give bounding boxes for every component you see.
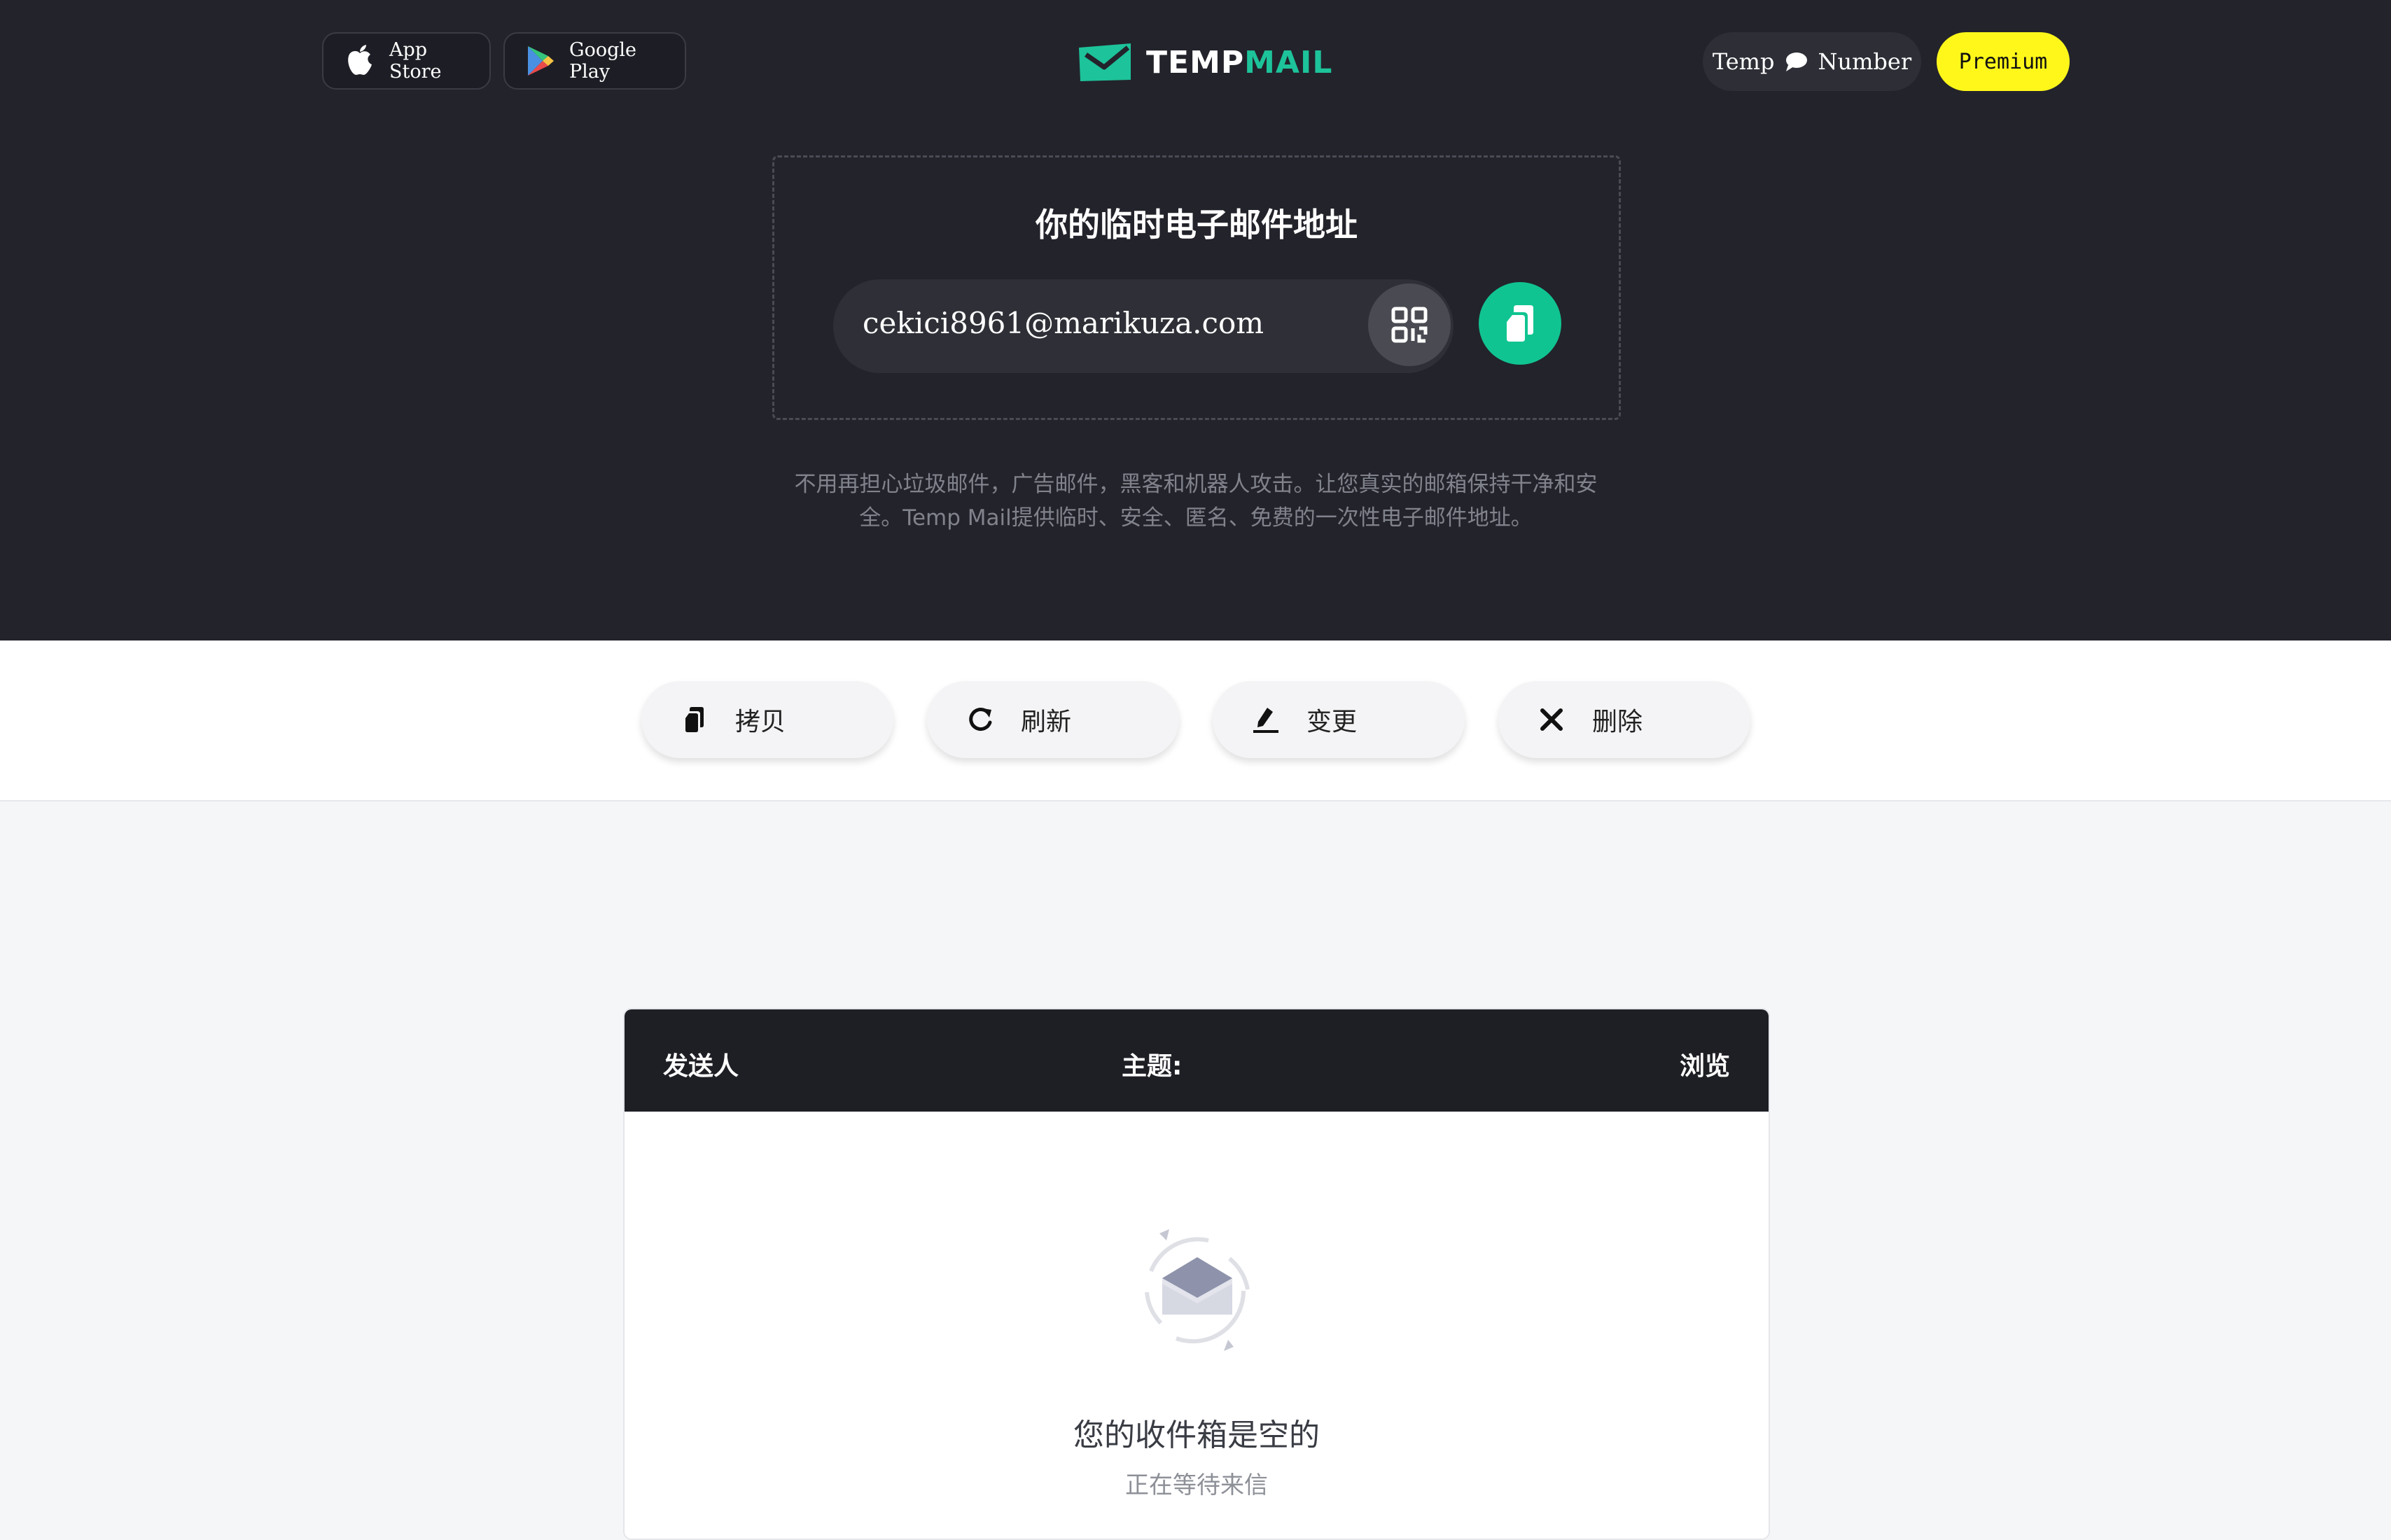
empty-inbox-subtitle: 正在等待来信	[1125, 1471, 1268, 1499]
google-play-button[interactable]: Google Play	[503, 32, 686, 90]
refresh-button-label: 刷新	[1021, 708, 1072, 736]
delete-button-label: 删除	[1592, 708, 1643, 736]
email-panel-title: 你的临时电子邮件地址	[1036, 206, 1358, 244]
column-sender: 发送人	[663, 1052, 739, 1081]
email-address-field[interactable]: cekici8961@marikuza.com	[833, 279, 1454, 373]
apple-icon	[344, 44, 375, 78]
inbox-header: 发送人 主题: 浏览	[625, 1009, 1769, 1112]
change-button-label: 变更	[1306, 708, 1358, 736]
delete-button[interactable]: 删除	[1498, 681, 1750, 758]
refresh-icon	[966, 706, 994, 734]
qr-code-icon	[1391, 307, 1428, 343]
copy-button-label: 拷贝	[735, 708, 786, 736]
column-subject: 主题:	[1122, 1052, 1183, 1081]
copy-icon	[681, 706, 709, 733]
refresh-button[interactable]: 刷新	[927, 681, 1179, 758]
copy-button[interactable]: 拷贝	[641, 681, 893, 758]
chat-bubble-icon	[1784, 51, 1808, 72]
email-address-value[interactable]: cekici8961@marikuza.com	[863, 306, 1264, 340]
hero-description: 不用再担心垃圾邮件，广告邮件，黑客和机器人攻击。让您真实的邮箱保持干净和安全。T…	[794, 472, 1598, 531]
copy-address-button[interactable]	[1479, 282, 1561, 365]
email-panel: 你的临时电子邮件地址 cekici8961@marikuza.com	[772, 155, 1621, 420]
google-play-icon	[526, 45, 555, 77]
edit-icon	[1252, 705, 1280, 734]
premium-button[interactable]: Premium	[1937, 32, 2070, 91]
temp-number-left-label: Temp	[1712, 48, 1775, 75]
app-store-label: App Store	[389, 39, 442, 83]
action-toolbar: 拷贝 刷新 变更 删除	[0, 640, 2391, 802]
hero-section: App Store Google Play TEMPMAIL Temp Numb…	[0, 0, 2391, 640]
change-button[interactable]: 变更	[1213, 681, 1465, 758]
temp-number-button[interactable]: Temp Number	[1703, 32, 1921, 91]
logo-text-temp: TEMP	[1146, 44, 1245, 80]
empty-inbox-icon	[1145, 1229, 1250, 1351]
google-play-label: Google Play	[569, 39, 636, 83]
qr-code-button[interactable]	[1368, 284, 1451, 366]
temp-number-right-label: Number	[1818, 48, 1912, 75]
column-view: 浏览	[1679, 1052, 1730, 1081]
logo-text-mail: MAIL	[1244, 44, 1333, 80]
copy-icon	[1507, 305, 1533, 342]
close-icon	[1538, 706, 1566, 733]
tempmail-logo[interactable]: TEMPMAIL	[1076, 38, 1332, 87]
logo-envelope-icon	[1079, 43, 1131, 81]
empty-inbox-title: 您的收件箱是空的	[1073, 1418, 1320, 1453]
app-store-button[interactable]: App Store	[322, 32, 491, 90]
inbox-panel: 发送人 主题: 浏览 您的收件箱是空的 正在等待来信	[623, 1008, 1770, 1540]
